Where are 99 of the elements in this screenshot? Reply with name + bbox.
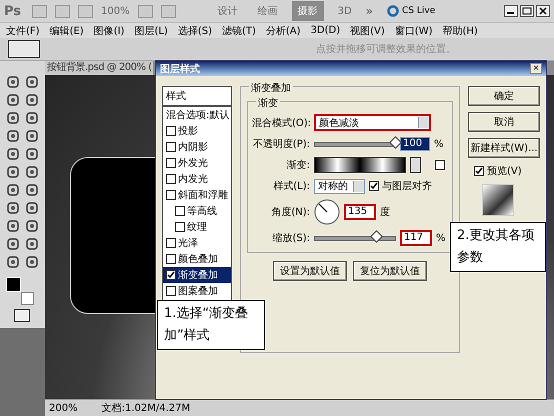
callout-note: 1.选择“渐变叠加”样式 [157, 300, 265, 350]
group-title: 渐变 [256, 96, 280, 110]
foreground-color-swatch[interactable] [6, 277, 21, 292]
hint-text: 点按并拖移可调整效果的位置。 [316, 42, 456, 56]
checkbox[interactable] [435, 160, 445, 170]
menu-item[interactable]: 窗口(W) [394, 24, 432, 38]
style-label: 光泽 [178, 236, 198, 250]
style-list-item[interactable]: 斜面和浮雕 [163, 187, 231, 203]
dialog-button[interactable]: 取消 [468, 112, 540, 132]
document-size: 文档:1.02M/4.27M [102, 402, 190, 415]
cs-live-label[interactable]: CS Live [402, 6, 436, 16]
menu-item[interactable]: 图像(I) [94, 24, 124, 38]
checkbox[interactable] [166, 142, 176, 152]
checkbox[interactable] [166, 126, 176, 136]
checkbox[interactable] [369, 181, 379, 191]
style-label: 颜色叠加 [178, 252, 218, 266]
menu-item[interactable]: 选择(S) [178, 24, 212, 38]
style-label: 纹理 [187, 221, 207, 234]
unit-label: 度 [380, 206, 390, 219]
style-list-item[interactable]: 光泽 [163, 235, 231, 251]
style-list-item[interactable]: 内发光 [163, 171, 231, 187]
blend-mode-select[interactable]: 颜色减淡 [314, 114, 431, 131]
quick-mask-icon[interactable] [14, 309, 30, 322]
style-list-item[interactable]: 颜色叠加 [163, 251, 231, 267]
style-label: 渐变叠加 [178, 268, 218, 282]
dialog-button[interactable]: 确定 [468, 86, 540, 106]
menu-item[interactable]: 滤镜(T) [222, 24, 256, 38]
menu-item[interactable]: 图层(L) [134, 24, 168, 38]
maximize-icon[interactable] [520, 5, 534, 17]
value-field[interactable]: 100 [400, 137, 430, 151]
field-label: 样式(L): [272, 180, 310, 193]
menu-item[interactable]: 文件(F) [6, 24, 40, 38]
menu-item[interactable]: 视图(V) [350, 24, 385, 38]
app-logo: Ps [4, 4, 22, 18]
field-label: 渐变: [286, 158, 310, 172]
style-list-item[interactable]: 等高线 [163, 203, 231, 219]
workspace-tab[interactable]: 绘画 [252, 1, 284, 21]
default-button[interactable]: 设置为默认值 [273, 261, 347, 281]
checkbox[interactable] [166, 158, 176, 168]
unit-label: % [434, 138, 444, 150]
value-field[interactable]: 135 [344, 204, 376, 220]
group-title: 渐变叠加 [249, 81, 293, 95]
background-color-swatch[interactable] [21, 292, 34, 305]
style-label: 图案叠加 [178, 284, 218, 298]
zoom-field[interactable]: 200% [49, 402, 78, 414]
dialog-button[interactable]: 新建样式(W)... [468, 138, 540, 158]
preview-swatch [482, 184, 514, 216]
menu-item[interactable]: 帮助(H) [442, 24, 478, 38]
value-field[interactable]: 117 [400, 230, 432, 246]
style-list-item[interactable]: 外发光 [163, 155, 231, 171]
angle-dial[interactable] [314, 199, 340, 225]
dialog-title: 图层样式 [160, 62, 200, 76]
style-label: 外发光 [178, 156, 208, 170]
document-tab[interactable]: 按钮背景.psd @ 200% ( [45, 61, 153, 75]
style-label: 投影 [178, 124, 198, 138]
style-list-item[interactable]: 渐变叠加 [163, 267, 231, 283]
style-label: 斜面和浮雕 [178, 188, 228, 202]
style-label: 内发光 [178, 172, 208, 186]
workspace-tab[interactable]: 设计 [212, 1, 244, 21]
zoom-level[interactable]: 100% [101, 6, 130, 16]
gradient-swatch[interactable] [314, 157, 406, 173]
close-icon[interactable] [536, 5, 550, 17]
style-list-item[interactable]: 纹理 [163, 219, 231, 235]
style-list-item[interactable]: 图案叠加 [163, 283, 231, 299]
tool-preset-picker[interactable] [8, 40, 40, 58]
slider-thumb[interactable] [389, 136, 402, 148]
field-label: 缩放(S): [271, 232, 310, 245]
checkbox-label: 预览(V) [487, 165, 522, 178]
blending-options-item[interactable]: 混合选项:默认 [163, 107, 231, 123]
menu-item[interactable]: 3D(D) [310, 25, 340, 36]
field-label: 不透明度(P): [252, 138, 310, 151]
cs-live-icon[interactable] [387, 5, 399, 17]
checkbox[interactable] [166, 254, 176, 264]
style-label: 等高线 [187, 204, 217, 218]
minimize-icon[interactable] [504, 5, 518, 17]
menu-item[interactable]: 编辑(E) [50, 24, 84, 38]
checkbox[interactable] [166, 238, 176, 248]
menu-item[interactable]: 分析(A) [266, 24, 301, 38]
checkbox[interactable] [166, 270, 176, 280]
style-select[interactable]: 对称的 [314, 178, 365, 194]
close-button[interactable]: × [530, 63, 542, 74]
checkbox[interactable] [166, 174, 176, 184]
checkbox[interactable] [175, 222, 185, 232]
style-label: 内阴影 [178, 140, 208, 154]
unit-label: % [436, 232, 446, 244]
style-list-item[interactable]: 内阴影 [163, 139, 231, 155]
more-workspaces[interactable]: » [366, 4, 373, 18]
field-label: 角度(N): [270, 206, 310, 219]
list-header: 样式 [163, 87, 231, 107]
style-list-item[interactable]: 投影 [163, 123, 231, 139]
checkbox[interactable] [166, 286, 176, 296]
checkbox-label: 与图层对齐 [382, 180, 432, 193]
checkbox[interactable] [474, 166, 484, 176]
default-button[interactable]: 复位为默认值 [353, 261, 427, 281]
checkbox[interactable] [166, 190, 176, 200]
field-label: 混合模式(O): [252, 116, 310, 130]
workspace-tab[interactable]: 3D [332, 2, 358, 20]
callout-note: 2.更改其各项参数 [450, 222, 546, 272]
checkbox[interactable] [175, 206, 185, 216]
